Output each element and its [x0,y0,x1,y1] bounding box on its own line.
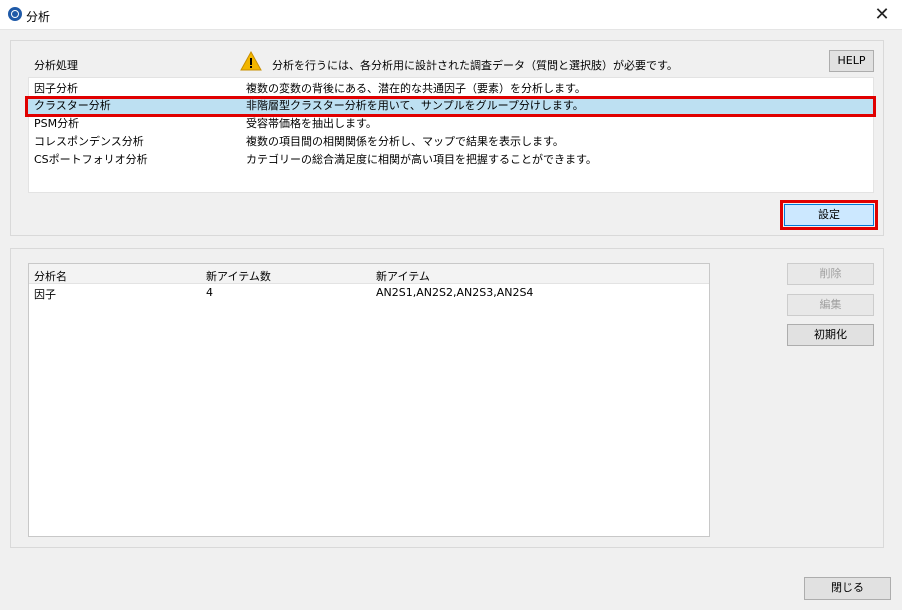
analysis-list-item[interactable]: コレスポンデンス分析 複数の項目間の相関関係を分析し、マップで結果を表示します。 [28,133,874,150]
notice-text: 分析を行うには、各分析用に設計された調査データ（質問と選択肢）が必要です。 [272,59,678,72]
analysis-item-name: CSポートフォリオ分析 [34,153,148,166]
results-table-header [29,264,709,284]
analysis-list-item[interactable]: 因子分析 複数の変数の背後にある、潜在的な共通因子（要素）を分析します。 [28,80,874,97]
table-row[interactable]: 因子 4 AN2S1,AN2S2,AN2S3,AN2S4 [29,286,709,302]
table-cell-new-item-count: 4 [206,286,213,299]
help-button[interactable]: HELP [829,50,874,72]
analysis-item-description: カテゴリーの総合満足度に相関が高い項目を把握することができます。 [246,153,597,166]
results-table [28,263,710,537]
close-window-icon[interactable]: ✕ [870,3,894,27]
analysis-list-item[interactable]: PSM分析 受容帯価格を抽出します。 [28,115,874,132]
analysis-item-name: PSM分析 [34,117,80,130]
warning-icon [240,51,262,71]
table-cell-analysis-name: 因子 [34,288,56,301]
title-bar: 分析 ✕ [0,0,902,30]
analysis-item-name: コレスポンデンス分析 [34,135,144,148]
app-logo-icon [8,7,22,21]
analysis-list-item[interactable]: CSポートフォリオ分析 カテゴリーの総合満足度に相関が高い項目を把握することができ… [28,151,874,168]
col-header-new-item-count[interactable]: 新アイテム数 [206,268,271,284]
delete-button[interactable]: 削除 [787,263,874,285]
col-header-analysis-name[interactable]: 分析名 [34,268,67,284]
reset-button[interactable]: 初期化 [787,324,874,346]
analysis-item-description: 受容帯価格を抽出します。 [246,117,377,130]
col-header-new-items[interactable]: 新アイテム [376,268,430,284]
selection-highlight-box [25,96,876,117]
window-title: 分析 [26,10,51,24]
analysis-item-description: 複数の変数の背後にある、潜在的な共通因子（要素）を分析します。 [246,82,586,95]
analysis-item-name: 因子分析 [34,82,78,95]
edit-button[interactable]: 編集 [787,294,874,316]
table-cell-new-items: AN2S1,AN2S2,AN2S3,AN2S4 [376,286,534,299]
close-button[interactable]: 閉じる [804,577,891,600]
settings-highlight-box [780,200,878,230]
analysis-item-description: 複数の項目間の相関関係を分析し、マップで結果を表示します。 [246,135,564,148]
analysis-header-label: 分析処理 [34,59,78,72]
